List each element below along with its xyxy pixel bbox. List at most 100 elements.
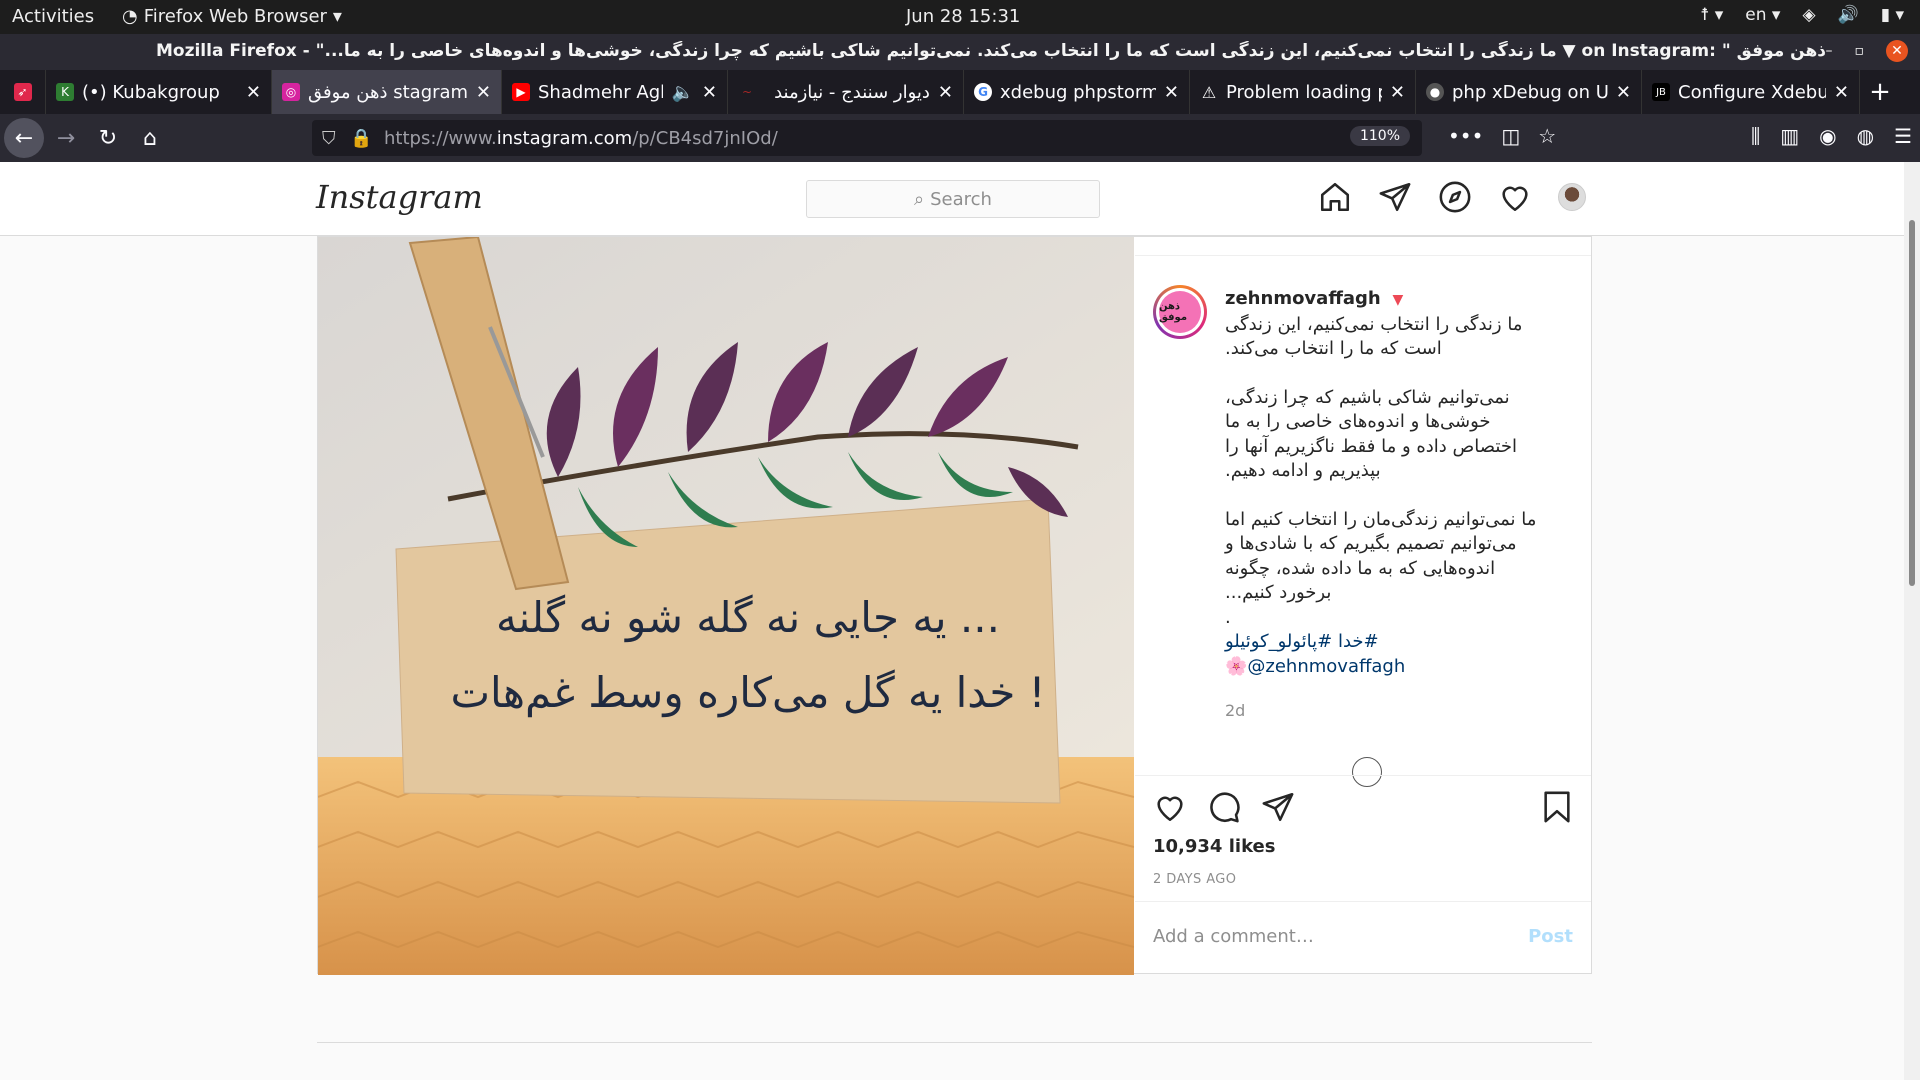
search-icon: ⌕ xyxy=(914,188,925,210)
caption-mention[interactable]: 🌸@zehnmovaffagh xyxy=(1225,656,1405,677)
home-icon[interactable] xyxy=(1318,180,1352,214)
tab-label: php xDebug on Ub xyxy=(1452,81,1608,103)
tracking-protection-icon[interactable]: ⛉ xyxy=(322,128,344,149)
post-sidebar: ذهن موفق zehnmovaffagh ▼ ما زندگی را انت… xyxy=(1135,237,1591,975)
volume-icon[interactable]: 🔊 xyxy=(1838,5,1859,25)
account-icon[interactable]: ◉ xyxy=(1819,124,1836,148)
forward-button[interactable]: → xyxy=(46,118,86,158)
share-icon[interactable] xyxy=(1261,790,1295,824)
close-window-button[interactable]: ✕ xyxy=(1886,40,1908,62)
accessibility-icon[interactable]: ☨ ▾ xyxy=(1700,5,1723,25)
post-caption: zehnmovaffagh ▼ ما زندگی را انتخاب نمی‌ک… xyxy=(1225,287,1575,724)
tab-label: (•) Kubakgroup xyxy=(82,81,220,103)
tab-strip: ➶ K (•) Kubakgroup ✕ ◎ ذهن موفق stagram … xyxy=(0,70,1920,114)
close-tab-icon[interactable]: ✕ xyxy=(246,82,261,103)
comment-form: Post xyxy=(1135,901,1591,975)
maximize-button[interactable]: ▫ xyxy=(1855,43,1865,59)
scrollbar-thumb[interactable] xyxy=(1909,220,1915,586)
google-icon: G xyxy=(974,83,992,101)
close-tab-icon[interactable]: ✕ xyxy=(1164,82,1179,103)
new-tab-button[interactable]: + xyxy=(1860,70,1900,114)
close-tab-icon[interactable]: ✕ xyxy=(702,82,717,103)
kubak-icon: K xyxy=(56,83,74,101)
app-name: Firefox Web Browser xyxy=(143,6,327,27)
url-host: instagram.com xyxy=(496,127,633,149)
heart-activity-icon[interactable] xyxy=(1498,180,1532,214)
caption-timestamp[interactable]: 2d xyxy=(1225,699,1575,724)
tab-instagram[interactable]: ◎ ذهن موفق stagram ✕ xyxy=(272,70,502,114)
tab-jetbrains[interactable]: JB Configure Xdebug ✕ xyxy=(1642,70,1860,114)
battery-icon[interactable]: ▮ ▾ xyxy=(1881,5,1904,25)
bookmark-icon[interactable] xyxy=(1541,790,1573,824)
app-menu[interactable]: ◔ Firefox Web Browser ▾ xyxy=(122,6,342,27)
caption-hashtags[interactable]: #خدا #پائولو_کوئیلو xyxy=(1225,631,1379,652)
reload-button[interactable]: ↻ xyxy=(88,118,128,158)
like-heart-icon[interactable] xyxy=(1153,790,1187,824)
direct-message-icon[interactable] xyxy=(1378,180,1412,214)
page-actions-icon[interactable]: ••• xyxy=(1448,124,1483,148)
close-tab-icon[interactable]: ✕ xyxy=(476,82,491,103)
url-path: /p/CB4sd7jnIOd/ xyxy=(632,127,778,149)
post-actions: 10,934 likes 2 DAYS AGO xyxy=(1135,775,1591,887)
language-indicator[interactable]: en ▾ xyxy=(1745,5,1780,25)
zoom-level-button[interactable]: 110% xyxy=(1349,126,1410,146)
minimize-button[interactable]: – xyxy=(1826,43,1833,59)
lock-icon[interactable]: 🔒 xyxy=(350,128,372,149)
menu-icon[interactable]: ☰ xyxy=(1894,124,1912,148)
tab-label: ذهن موفق stagram xyxy=(308,81,468,103)
system-tray[interactable]: ☨ ▾ en ▾ ◈ 🔊 ▮ ▾ xyxy=(1700,5,1904,25)
window-title: ذهن موفق on Instagram: "‎ ▼ ما زندگی را … xyxy=(155,41,1826,61)
tab-label: Problem loading p xyxy=(1226,81,1382,103)
pocket-icon[interactable]: ◫ xyxy=(1501,124,1520,148)
tab-problem-loading[interactable]: ⚠ Problem loading p ✕ xyxy=(1190,70,1416,114)
post-date[interactable]: 2 DAYS AGO xyxy=(1153,872,1236,887)
close-tab-icon[interactable]: ✕ xyxy=(938,82,953,103)
web-page: Instagram ⌕ Search یه جایی نه گله شو نه … xyxy=(0,162,1920,1080)
post-username[interactable]: zehnmovaffagh xyxy=(1225,288,1381,309)
sidebar-icon[interactable]: ▥ xyxy=(1780,124,1799,148)
activities-button[interactable]: Activities xyxy=(12,6,94,27)
tab-youtube[interactable]: ▶ Shadmehr Aghil 🔈 ✕ xyxy=(502,70,728,114)
photo-handwriting-line2: خدا یه گل می‌کاره وسط غم‌هات ! xyxy=(451,668,1046,718)
tab-github[interactable]: ● php xDebug on Ub ✕ xyxy=(1416,70,1642,114)
bookmark-star-icon[interactable]: ☆ xyxy=(1538,124,1556,148)
caption-dot: . xyxy=(1225,606,1231,628)
library-icon[interactable]: ⫼ xyxy=(1751,124,1760,148)
tab-divar[interactable]: ~ دیوار سنندج - نیازمند ✕ xyxy=(728,70,964,114)
comment-icon[interactable] xyxy=(1207,790,1241,824)
profile-avatar[interactable] xyxy=(1558,183,1586,211)
likes-count[interactable]: 10,934 likes xyxy=(1153,836,1275,857)
tab-google[interactable]: G xdebug phpstorm ✕ xyxy=(964,70,1190,114)
comment-input[interactable] xyxy=(1153,926,1493,947)
tab-label: xdebug phpstorm xyxy=(1000,81,1156,103)
search-input[interactable]: ⌕ Search xyxy=(806,180,1100,218)
url-prefix: https://www. xyxy=(384,127,497,149)
explore-icon[interactable] xyxy=(1438,180,1472,214)
caption-paragraph-2: نمی‌توانیم شاکی باشیم که چرا زندگی، خوشی… xyxy=(1225,386,1517,482)
extension-icon[interactable]: ◍ xyxy=(1857,124,1874,148)
url-bar[interactable]: ⛉ 🔒 https://www. instagram.com/p/CB4sd7jn… xyxy=(312,120,1422,156)
load-more-comments-icon[interactable] xyxy=(1352,757,1382,787)
avatar-text: ذهن موفق xyxy=(1159,291,1201,333)
page-scrollbar[interactable] xyxy=(1904,162,1920,1080)
clock[interactable]: Jun 28 15:31 xyxy=(906,6,1020,27)
divider xyxy=(1135,255,1591,256)
audio-playing-icon[interactable]: 🔈 xyxy=(671,82,693,103)
network-icon[interactable]: ◈ xyxy=(1802,5,1815,25)
close-tab-icon[interactable]: ✕ xyxy=(1834,82,1849,103)
warning-icon: ⚠ xyxy=(1201,82,1217,102)
instagram-logo[interactable]: Instagram xyxy=(316,178,483,216)
tab-pinned[interactable]: ➶ xyxy=(0,70,46,114)
chevron-down-icon: ▾ xyxy=(332,6,342,27)
tab-label: Configure Xdebug xyxy=(1678,81,1826,103)
post-photo[interactable]: یه جایی نه گله شو نه گلنه ... خدا یه گل … xyxy=(318,237,1134,975)
tab-kubakgroup[interactable]: K (•) Kubakgroup ✕ xyxy=(46,70,272,114)
back-button[interactable]: ← xyxy=(4,118,44,158)
jetbrains-icon: JB xyxy=(1652,83,1670,101)
post-author-avatar[interactable]: ذهن موفق xyxy=(1153,285,1207,339)
post-comment-button[interactable]: Post xyxy=(1528,926,1573,947)
close-tab-icon[interactable]: ✕ xyxy=(1616,82,1631,103)
home-button[interactable]: ⌂ xyxy=(130,118,170,158)
close-tab-icon[interactable]: ✕ xyxy=(1390,82,1405,103)
system-top-bar: Activities ◔ Firefox Web Browser ▾ Jun 2… xyxy=(0,0,1920,34)
